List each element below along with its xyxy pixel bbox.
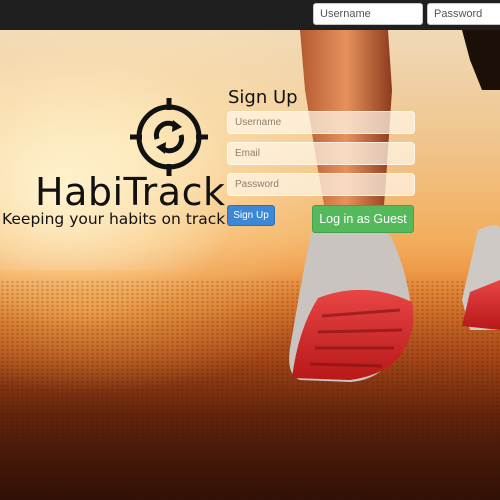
hero-background-image: HabiTrack Keeping your habits on track S… xyxy=(0,30,500,500)
crosshair-refresh-icon xyxy=(130,98,208,176)
navbar-username-input[interactable] xyxy=(313,3,423,25)
top-navbar xyxy=(0,0,500,30)
signup-username-input[interactable] xyxy=(227,111,415,134)
brand-tagline: Keeping your habits on track xyxy=(2,210,226,228)
navbar-password-input[interactable] xyxy=(427,3,500,25)
signup-title: Sign Up xyxy=(228,87,298,108)
signup-button[interactable]: Sign Up xyxy=(227,205,275,226)
signup-email-input[interactable] xyxy=(227,142,415,165)
brand-name: HabiTrack xyxy=(35,170,226,214)
guest-login-button[interactable]: Log in as Guest xyxy=(312,205,414,233)
signup-password-input[interactable] xyxy=(227,173,415,196)
